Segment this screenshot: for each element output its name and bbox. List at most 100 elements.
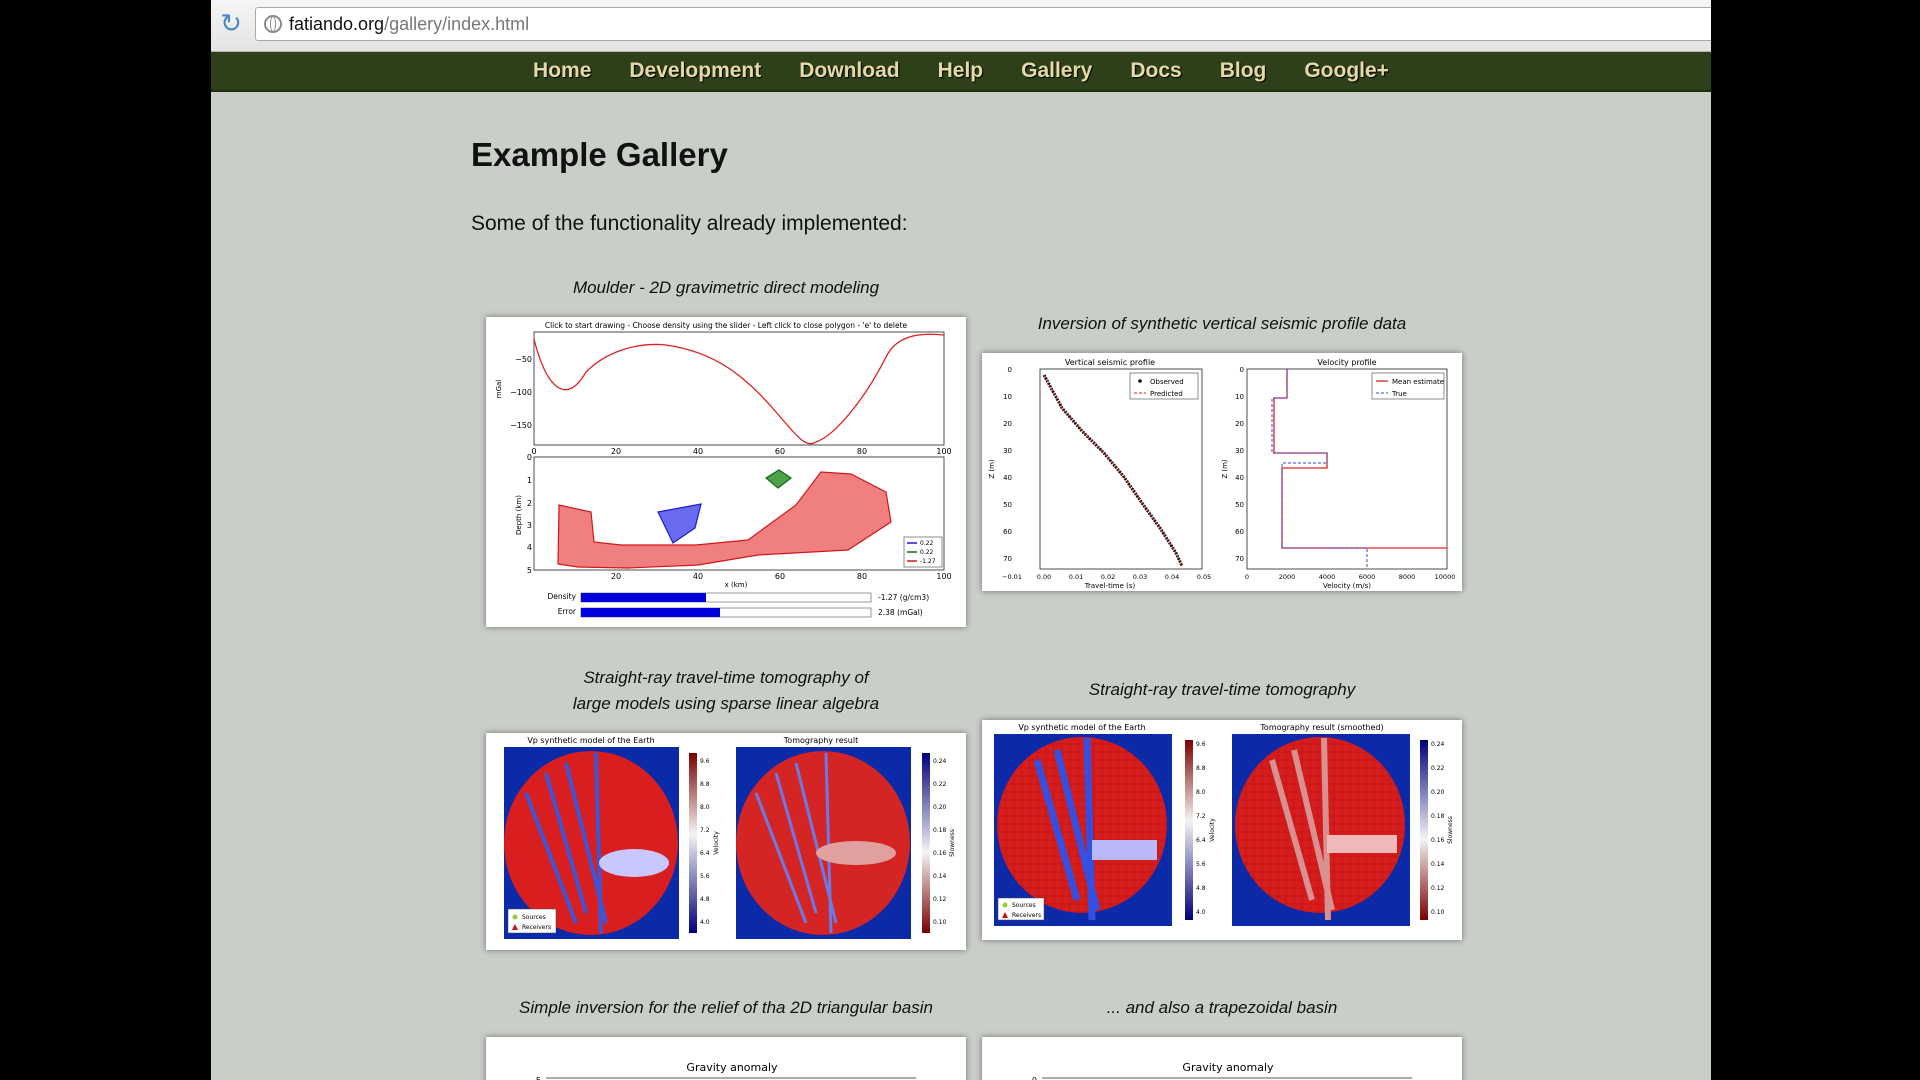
result-title: Tomography result — [783, 736, 858, 745]
colorbar-tick: 0.10 — [933, 919, 947, 926]
result-anomaly — [816, 841, 896, 865]
x-tick: 80 — [857, 572, 867, 581]
result-anomaly — [1327, 835, 1397, 853]
vsp-plot-image[interactable]: Vertical seismic profile Z (m) 0 10 20 3… — [982, 353, 1462, 591]
legend-label: -1.27 — [920, 558, 936, 565]
model-legend: 0.22 0.22 -1.27 — [903, 536, 943, 568]
legend-marker — [1138, 379, 1142, 383]
nav-gallery[interactable]: Gallery — [1021, 59, 1092, 83]
url-path: /gallery/index.html — [384, 14, 530, 34]
legend-label: Receivers — [522, 924, 551, 931]
x-tick: 20 — [611, 447, 621, 456]
legend-label: Sources — [522, 914, 546, 921]
error-label: Error — [558, 607, 577, 616]
tomography-smoothed-image[interactable]: Vp synthetic model of the Earth Sources … — [982, 720, 1462, 940]
error-value: 2.38 (mGal) — [878, 608, 923, 617]
nav-home[interactable]: Home — [533, 59, 591, 83]
gravity-ytick: −150 — [510, 421, 532, 430]
velocity-colorbar — [689, 753, 697, 933]
depth-tick: 3 — [527, 521, 532, 530]
url-host: fatiando.org — [289, 14, 385, 34]
vel-tick: 10000 — [1435, 573, 1456, 581]
figure-caption: Simple inversion for the relief of tha 2… — [519, 998, 933, 1017]
vsp-time-ticks: −0.01 0.00 0.01 0.02 0.03 0.04 0.05 — [1002, 573, 1211, 581]
moulder-plot-image[interactable]: Click to start drawing - Choose density … — [486, 317, 966, 627]
colorbar-tick: 0.12 — [933, 896, 947, 903]
time-tick: 0.02 — [1101, 573, 1115, 581]
tomography-sparse-image[interactable]: Vp synthetic model of the Earth Sources … — [486, 733, 966, 950]
figure-caption-line1: Straight-ray travel-time tomography of — [583, 668, 869, 687]
x-tick: 40 — [693, 447, 703, 456]
figure-caption-line2: large models using sparse linear algebra — [572, 694, 880, 713]
reload-icon[interactable]: ↻ — [217, 10, 245, 38]
slowness-colorbar-ticks: 0.24 0.22 0.20 0.18 0.16 0.14 0.12 0.10 — [933, 758, 947, 926]
velocity-colorbar-ticks: 9.6 8.8 8.0 7.2 6.4 5.6 4.8 4.0 — [1196, 741, 1206, 916]
z-tick: 20 — [1003, 420, 1012, 428]
vel-tick: 2000 — [1279, 573, 1296, 581]
z-tick: 40 — [1003, 474, 1012, 482]
result-earth — [1235, 737, 1405, 913]
legend-label: 0.22 — [920, 540, 934, 547]
z-tick: 0 — [1240, 366, 1244, 374]
colorbar-tick: 4.8 — [700, 896, 710, 903]
nav-docs[interactable]: Docs — [1130, 59, 1181, 83]
legend-label: 0.22 — [920, 549, 934, 556]
site-navbar: Home Development Download Help Gallery D… — [211, 52, 1711, 92]
intro-text: Some of the functionality already implem… — [471, 212, 908, 235]
legend-label: True — [1391, 390, 1407, 398]
y-tick: 5 — [536, 1076, 541, 1080]
z-tick: 0 — [1008, 366, 1012, 374]
colorbar-tick: 0.16 — [933, 850, 947, 857]
gravity-anomaly-title: Gravity anomaly — [686, 1061, 778, 1074]
legend-label: Mean estimate — [1392, 378, 1444, 386]
slowness-colorbar-ticks: 0.24 0.22 0.20 0.18 0.16 0.14 0.12 0.10 — [1431, 741, 1445, 916]
vel-tick: 8000 — [1399, 573, 1416, 581]
model-anomaly — [599, 849, 669, 877]
z-tick: 60 — [1235, 528, 1244, 536]
time-tick: 0.03 — [1133, 573, 1147, 581]
gravity-axes — [533, 331, 945, 446]
colorbar-tick: 5.6 — [700, 873, 710, 880]
x-tick: 20 — [611, 572, 621, 581]
gravity-ytick: −50 — [515, 355, 532, 364]
velocity-label: Velocity — [1209, 818, 1216, 842]
moulder-xlabel: x (km) — [725, 581, 748, 589]
x-tick: 100 — [936, 447, 951, 456]
velocity-ticks: 0 2000 4000 6000 8000 10000 — [1245, 573, 1455, 581]
error-bar-fill — [581, 608, 720, 617]
figure-tomography-smoothed: Straight-ray travel-time tomography Vp s… — [982, 677, 1462, 940]
slowness-label: Slowness — [1447, 816, 1454, 844]
figure-moulder: Moulder - 2D gravimetric direct modeling… — [486, 275, 966, 627]
x-tick: 100 — [936, 572, 951, 581]
model-title: Vp synthetic model of the Earth — [527, 736, 654, 745]
depth-ylabel: Depth (km) — [515, 495, 523, 535]
legend-label: Receivers — [1012, 912, 1041, 919]
colorbar-tick: 0.24 — [933, 758, 947, 765]
legend-label: Predicted — [1150, 390, 1183, 398]
trapezoidal-basin-image[interactable]: Gravity anomaly 0 — [982, 1037, 1462, 1080]
url-text[interactable]: fatiando.org/gallery/index.html — [289, 14, 529, 35]
velocity-legend: Mean estimate True — [1371, 372, 1445, 400]
result-title: Tomography result (smoothed) — [1259, 723, 1383, 732]
address-bar[interactable]: fatiando.org/gallery/index.html — [255, 7, 1711, 41]
z-tick: 10 — [1235, 393, 1244, 401]
nav-download[interactable]: Download — [799, 59, 899, 83]
colorbar-tick: 8.0 — [700, 804, 710, 811]
colorbar-tick: 0.14 — [933, 873, 947, 880]
colorbar-tick: 4.0 — [700, 919, 710, 926]
nav-development[interactable]: Development — [629, 59, 761, 83]
nav-googleplus[interactable]: Google+ — [1304, 59, 1389, 83]
nav-blog[interactable]: Blog — [1220, 59, 1267, 83]
triangular-basin-image[interactable]: Gravity anomaly 5 — [486, 1037, 966, 1080]
gravity-anomaly-title: Gravity anomaly — [1182, 1061, 1274, 1074]
z-tick: 70 — [1235, 555, 1244, 563]
figure-caption: Straight-ray travel-time tomography — [1088, 680, 1356, 699]
legend-box — [1371, 372, 1445, 400]
time-tick: 0.00 — [1037, 573, 1051, 581]
velocity-title: Velocity profile — [1317, 358, 1376, 367]
colorbar-tick: 6.4 — [700, 850, 710, 857]
colorbar-tick: 0.22 — [1431, 765, 1445, 772]
nav-help[interactable]: Help — [938, 59, 984, 83]
colorbar-tick: 5.6 — [1196, 861, 1206, 868]
z-tick: 30 — [1235, 447, 1244, 455]
